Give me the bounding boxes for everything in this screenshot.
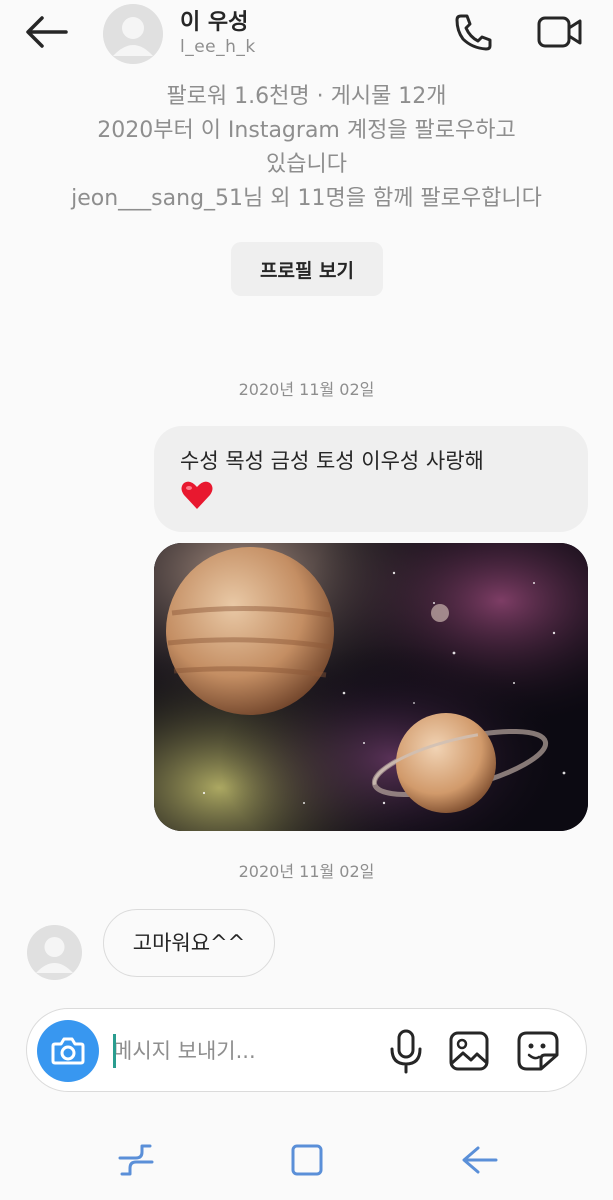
view-profile-button[interactable]: 프로필 보기 bbox=[231, 242, 383, 296]
chat-header: 이 우성 l_ee_h_k bbox=[0, 0, 613, 70]
camera-button[interactable] bbox=[37, 1020, 99, 1082]
profile-stats: 팔로워 1.6천명 · 게시물 12개 bbox=[166, 84, 447, 109]
message-composer bbox=[26, 1008, 587, 1092]
system-navigation-bar bbox=[0, 1120, 613, 1200]
sent-image-planets[interactable] bbox=[154, 543, 588, 831]
sender-avatar[interactable] bbox=[27, 925, 82, 980]
sticker-icon bbox=[517, 1031, 559, 1071]
mutual-followers: jeon___sang_51님 외 11명을 함께 팔로우합니다 bbox=[71, 186, 542, 211]
contact-name[interactable]: 이 우성 bbox=[180, 4, 248, 36]
follow-since-line2: 있습니다 bbox=[266, 152, 347, 177]
profile-summary: 팔로워 1.6천명 · 게시물 12개 2020부터 이 Instagram 계… bbox=[0, 80, 613, 216]
recent-apps-button[interactable] bbox=[116, 1140, 156, 1180]
red-heart-emoji bbox=[181, 481, 213, 509]
message-timestamp: 2020년 11월 02일 bbox=[238, 380, 375, 399]
follow-since-line1: 2020부터 이 Instagram 계정을 팔로우하고 bbox=[97, 118, 516, 143]
avatar[interactable] bbox=[103, 4, 163, 64]
call-button[interactable] bbox=[452, 12, 494, 52]
recent-apps-icon bbox=[118, 1144, 154, 1176]
home-icon bbox=[291, 1144, 323, 1176]
back-button[interactable] bbox=[22, 12, 72, 52]
video-camera-icon bbox=[537, 16, 582, 48]
sticker-button[interactable] bbox=[515, 1029, 561, 1073]
home-button[interactable] bbox=[287, 1140, 327, 1180]
nav-back-icon bbox=[462, 1146, 498, 1174]
message-timestamp: 2020년 11월 02일 bbox=[238, 862, 375, 881]
arrow-left-icon bbox=[26, 16, 68, 48]
microphone-icon bbox=[390, 1029, 422, 1074]
contact-username[interactable]: l_ee_h_k bbox=[180, 37, 256, 57]
received-message-bubble[interactable]: 고마워요^^ bbox=[103, 909, 275, 977]
text-cursor bbox=[113, 1034, 116, 1068]
default-avatar-icon bbox=[27, 925, 82, 980]
video-call-button[interactable] bbox=[536, 12, 584, 52]
phone-icon bbox=[455, 14, 492, 51]
sent-message-text: 수성 목성 금성 토성 이우성 사랑해 bbox=[180, 449, 484, 473]
space-planets-image bbox=[154, 543, 588, 831]
voice-message-button[interactable] bbox=[383, 1027, 429, 1075]
camera-icon bbox=[51, 1037, 85, 1065]
gallery-button[interactable] bbox=[447, 1029, 491, 1073]
system-back-button[interactable] bbox=[458, 1140, 500, 1180]
message-input[interactable] bbox=[113, 1031, 383, 1071]
image-icon bbox=[449, 1031, 489, 1071]
sent-message-bubble[interactable]: 수성 목성 금성 토성 이우성 사랑해 bbox=[154, 426, 588, 532]
default-avatar-icon bbox=[103, 4, 163, 64]
